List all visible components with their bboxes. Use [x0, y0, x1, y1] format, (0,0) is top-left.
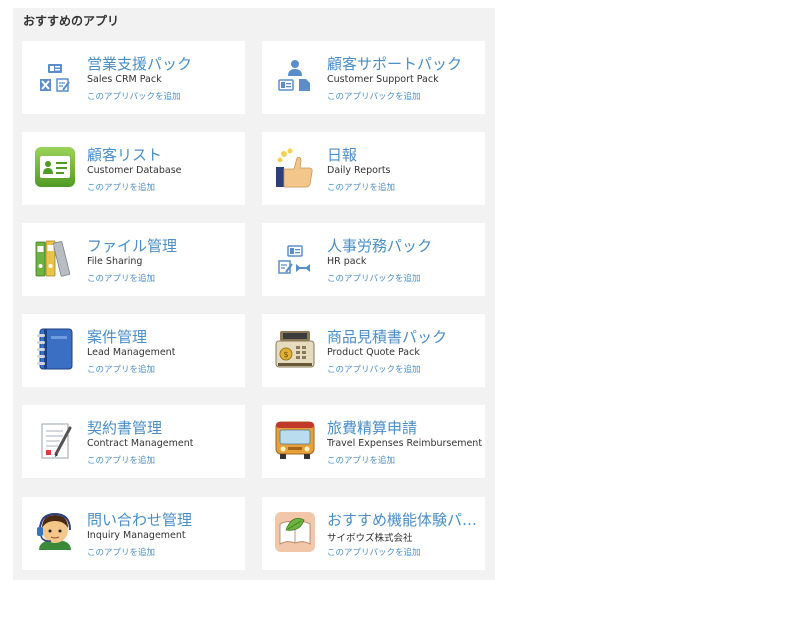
add-app-link[interactable]: このアプリパックを追加	[327, 272, 421, 284]
add-app-link[interactable]: このアプリパックを追加	[87, 90, 181, 102]
app-subtitle: Contract Management	[87, 438, 194, 449]
add-app-link[interactable]: このアプリを追加	[327, 181, 395, 193]
app-title[interactable]: 日報	[327, 144, 357, 165]
app-card-hr-pack[interactable]: 人事労務パック HR pack このアプリパックを追加	[262, 223, 485, 296]
bus-icon	[274, 418, 316, 462]
add-app-link[interactable]: このアプリを追加	[87, 454, 155, 466]
app-title[interactable]: ファイル管理	[87, 235, 177, 256]
app-subtitle: File Sharing	[87, 256, 143, 267]
app-title[interactable]: 人事労務パック	[327, 235, 432, 256]
app-card-customer-support-pack[interactable]: 顧客サポートパック Customer Support Pack このアプリパック…	[262, 41, 485, 114]
app-title[interactable]: 旅費精算申請	[327, 417, 417, 438]
sales-pack-icon	[34, 54, 76, 98]
app-card-travel-expenses[interactable]: 旅費精算申請 Travel Expenses Reimbursement このア…	[262, 405, 485, 478]
app-title[interactable]: 問い合わせ管理	[87, 509, 192, 530]
add-app-link[interactable]: このアプリパックを追加	[327, 90, 421, 102]
app-title[interactable]: 契約書管理	[87, 417, 162, 438]
app-subtitle: サイボウズ株式会社	[327, 533, 413, 544]
headset-agent-icon	[34, 510, 76, 554]
app-subtitle: Customer Database	[87, 165, 182, 176]
hr-pack-icon	[274, 236, 316, 280]
contact-card-icon	[34, 145, 76, 189]
app-card-sales-crm-pack[interactable]: 営業支援パック Sales CRM Pack このアプリパックを追加	[22, 41, 245, 114]
thumbs-up-icon	[274, 145, 316, 189]
section-title: おすすめのアプリ	[23, 14, 120, 28]
app-subtitle: Customer Support Pack	[327, 74, 439, 85]
app-title[interactable]: 顧客サポートパック	[327, 53, 462, 74]
add-app-link[interactable]: このアプリを追加	[87, 363, 155, 375]
app-subtitle: Lead Management	[87, 347, 176, 358]
add-app-link[interactable]: このアプリを追加	[87, 181, 155, 193]
notebook-icon	[34, 327, 76, 371]
add-app-link[interactable]: このアプリパックを追加	[327, 546, 421, 558]
book-leaf-icon	[274, 510, 316, 554]
app-title[interactable]: 案件管理	[87, 326, 147, 347]
cash-register-icon: $	[274, 327, 316, 371]
app-title[interactable]: おすすめ機能体験パック	[327, 509, 479, 530]
app-card-product-quote-pack[interactable]: $ 商品見積書パック Product Quote Pack このアプリパックを追…	[262, 314, 485, 387]
app-card-lead-management[interactable]: 案件管理 Lead Management このアプリを追加	[22, 314, 245, 387]
app-title[interactable]: 顧客リスト	[87, 144, 162, 165]
support-pack-icon	[274, 54, 316, 98]
app-card-contract-management[interactable]: 契約書管理 Contract Management このアプリを追加	[22, 405, 245, 478]
app-title[interactable]: 商品見積書パック	[327, 326, 447, 347]
app-subtitle: Inquiry Management	[87, 530, 186, 541]
app-title[interactable]: 営業支援パック	[87, 53, 192, 74]
app-subtitle: HR pack	[327, 256, 367, 267]
add-app-link[interactable]: このアプリを追加	[87, 272, 155, 284]
app-subtitle: Product Quote Pack	[327, 347, 420, 358]
app-subtitle: Daily Reports	[327, 165, 391, 176]
app-subtitle: Sales CRM Pack	[87, 74, 162, 85]
app-subtitle: Travel Expenses Reimbursement	[327, 438, 482, 449]
recommended-apps-panel: おすすめのアプリ 営業支援パック Sales CRM Pack このアプリパック…	[13, 8, 495, 580]
add-app-link[interactable]: このアプリパックを追加	[327, 363, 421, 375]
svg-text:$: $	[283, 350, 288, 359]
app-card-inquiry-management[interactable]: 問い合わせ管理 Inquiry Management このアプリを追加	[22, 497, 245, 570]
add-app-link[interactable]: このアプリを追加	[87, 546, 155, 558]
add-app-link[interactable]: このアプリを追加	[327, 454, 395, 466]
app-card-daily-reports[interactable]: 日報 Daily Reports このアプリを追加	[262, 132, 485, 205]
app-card-file-sharing[interactable]: ファイル管理 File Sharing このアプリを追加	[22, 223, 245, 296]
binders-icon	[34, 236, 76, 280]
contract-pen-icon	[34, 418, 76, 462]
app-card-customer-database[interactable]: 顧客リスト Customer Database このアプリを追加	[22, 132, 245, 205]
app-card-feature-trial-pack[interactable]: おすすめ機能体験パック サイボウズ株式会社 このアプリパックを追加	[262, 497, 485, 570]
